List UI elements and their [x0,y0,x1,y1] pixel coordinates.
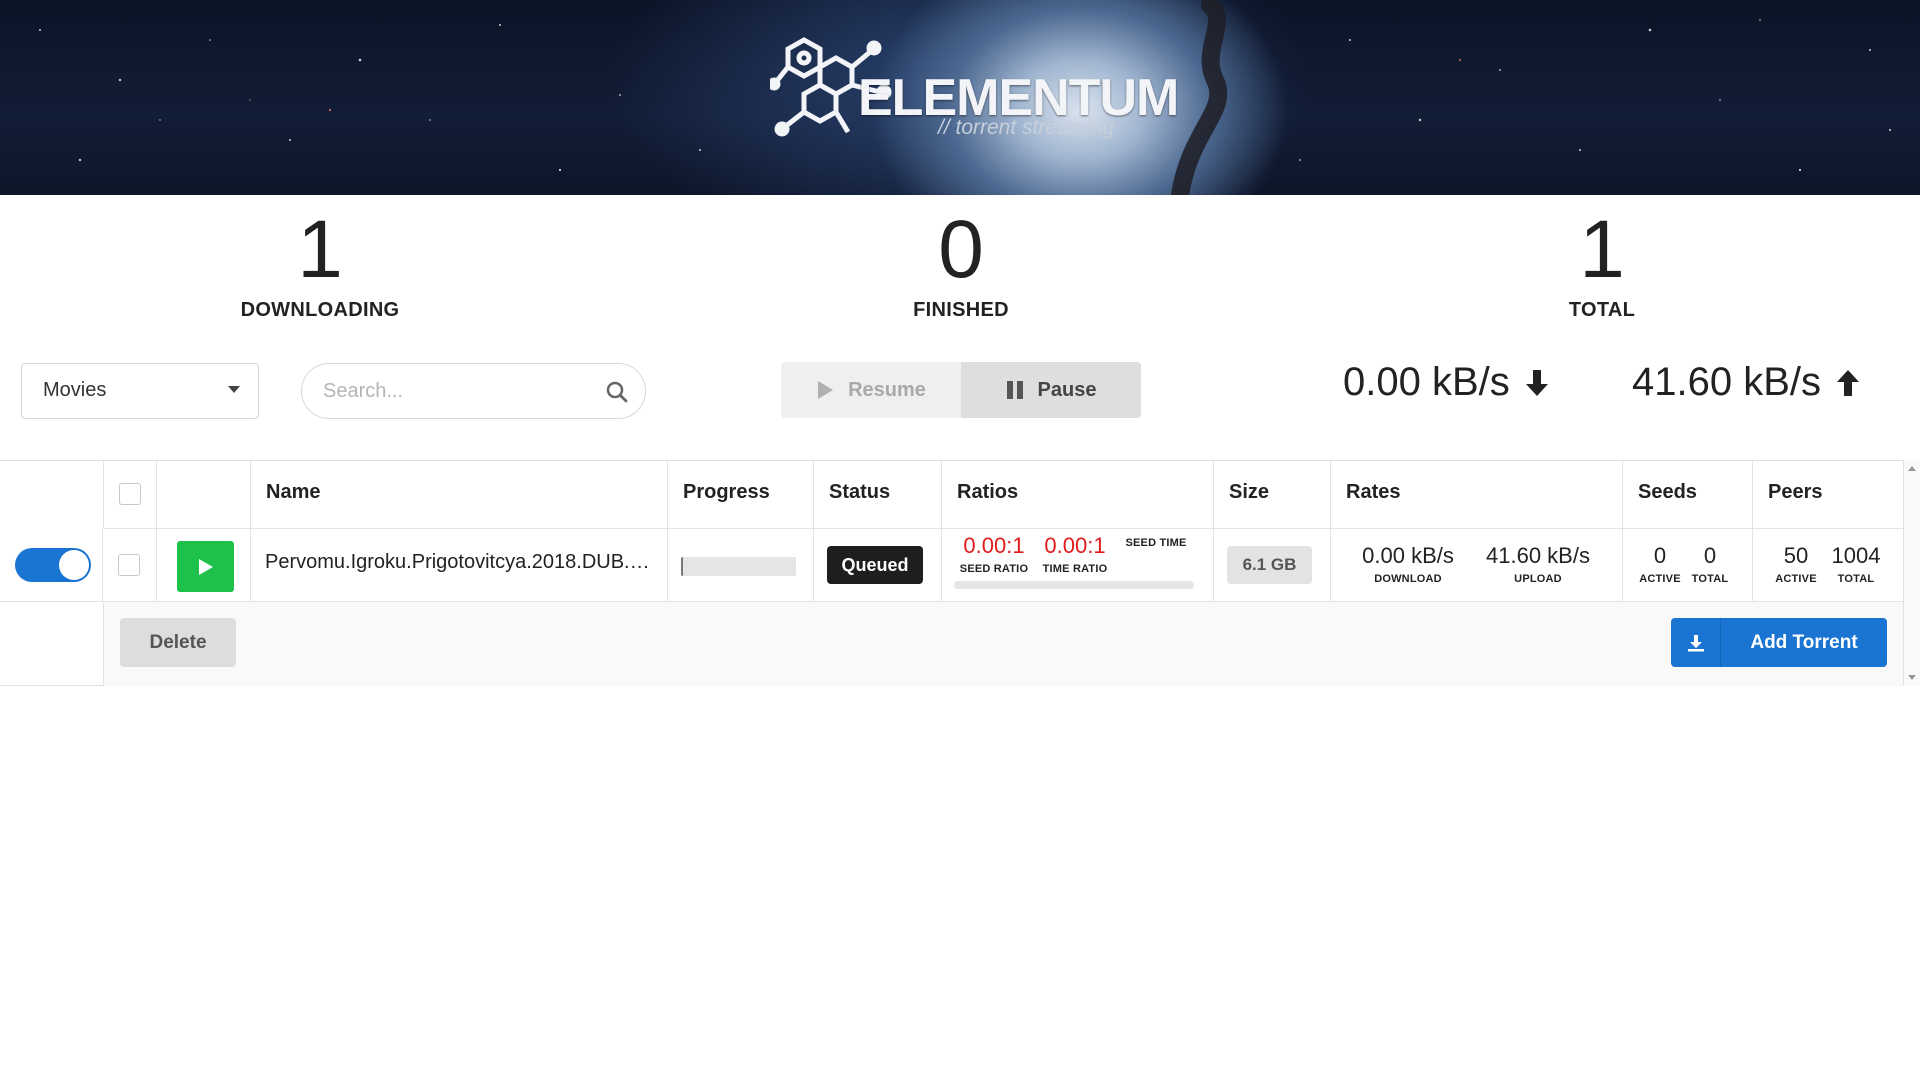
stat-label: DOWNLOADING [240,299,400,321]
time-ratio-label: TIME RATIO [1042,563,1108,575]
add-torrent-button[interactable]: Add Torrent [1671,618,1887,667]
table-row[interactable]: Pervomu.Igroku.Prigotovitcya.2018.DUB.BD… [0,529,1903,602]
size-badge: 6.1 GB [1227,546,1312,584]
seed-time-bar [954,581,1194,589]
select-cell [103,529,157,602]
pause-icon [1006,381,1023,399]
row-checkbox[interactable] [118,554,140,576]
header-banner: ELEMENTUM // torrent streaming [0,0,1920,195]
time-ratio-value: 0.00:1 [1044,533,1106,558]
column-header-size[interactable]: Size [1214,461,1331,529]
select-all-checkbox[interactable] [119,483,141,505]
progress-fill [681,557,683,576]
peers-active-value: 50 [1783,543,1809,568]
resume-label: Resume [848,378,926,401]
seeds-active-value: 0 [1653,543,1667,568]
pause-label: Pause [1037,378,1097,401]
scroll-down-arrow-icon[interactable] [1908,675,1916,680]
seeds-total-label: TOTAL [1691,573,1729,585]
search-input[interactable] [302,364,582,418]
column-header-progress[interactable]: Progress [668,461,814,529]
enable-toggle[interactable] [15,548,91,582]
category-select[interactable]: Movies [21,363,259,419]
column-header-rates[interactable]: Rates [1331,461,1623,529]
play-icon [198,558,213,575]
table-footer: Delete Add Torrent [103,602,1903,686]
download-icon [1671,618,1721,667]
peers-total-label: TOTAL [1837,573,1875,585]
column-header-seeds[interactable]: Seeds [1623,461,1753,529]
toggle-cell [0,529,103,602]
toggle-knob [59,550,89,580]
stat-value: 0 [938,204,984,295]
app-tagline: // torrent streaming [938,116,1115,139]
caret-down-icon [228,386,240,393]
stat-downloading: 1 DOWNLOADING [170,205,470,322]
download-label: DOWNLOAD [1374,573,1442,585]
table-header: Name Progress Status Ratios Size Rates S… [103,461,1903,529]
table-scrollbar[interactable] [1904,460,1920,686]
peers-total-value: 1004 [1831,543,1881,568]
pause-button[interactable]: Pause [961,362,1141,418]
seed-time-label: SEED TIME [1125,537,1187,549]
arrow-down-icon [1525,369,1548,396]
status-badge: Queued [827,546,923,584]
play-icon [818,381,834,399]
stat-finished: 0 FINISHED [811,205,1111,322]
seed-ratio-label: SEED RATIO [959,563,1029,575]
torrent-name[interactable]: Pervomu.Igroku.Prigotovitcya.2018.DUB.BD… [265,551,650,574]
seeds-active-label: ACTIVE [1639,573,1681,585]
add-torrent-label: Add Torrent [1750,631,1858,653]
play-button[interactable] [177,541,234,592]
search-icon[interactable] [605,380,629,404]
search-box [301,363,646,419]
delete-button[interactable]: Delete [120,618,236,667]
progress-bar [681,557,796,576]
resume-button[interactable]: Resume [781,362,961,418]
header-select-cell [104,461,157,529]
scroll-up-arrow-icon[interactable] [1908,466,1916,471]
upload-label: UPLOAD [1514,573,1562,585]
global-download-rate: 0.00 kB/s [1343,360,1552,405]
stat-value: 1 [1579,204,1625,295]
row-upload-rate: 41.60 kB/s [1486,543,1590,568]
arrow-up-icon [1837,369,1860,396]
column-header-name[interactable]: Name [251,461,668,529]
column-header-peers[interactable]: Peers [1753,461,1904,529]
resume-pause-group: Resume Pause [781,362,1141,418]
seeds-total-value: 0 [1703,543,1717,568]
category-select-value: Movies [43,379,107,401]
seed-ratio-value: 0.00:1 [963,533,1025,558]
column-header-status[interactable]: Status [814,461,942,529]
upload-rate-value: 41.60 kB/s [1632,360,1822,404]
column-header-ratios[interactable]: Ratios [942,461,1214,529]
global-upload-rate: 41.60 kB/s [1632,360,1863,405]
torrents-table: Name Progress Status Ratios Size Rates S… [0,460,1904,686]
peers-active-label: ACTIVE [1775,573,1817,585]
stat-total: 1 TOTAL [1452,205,1752,322]
stat-label: TOTAL [1568,299,1636,321]
download-rate-value: 0.00 kB/s [1343,360,1510,404]
stat-label: FINISHED [913,299,1009,321]
header-action-cell [157,461,251,529]
row-download-rate: 0.00 kB/s [1362,543,1454,568]
stat-value: 1 [297,204,343,295]
